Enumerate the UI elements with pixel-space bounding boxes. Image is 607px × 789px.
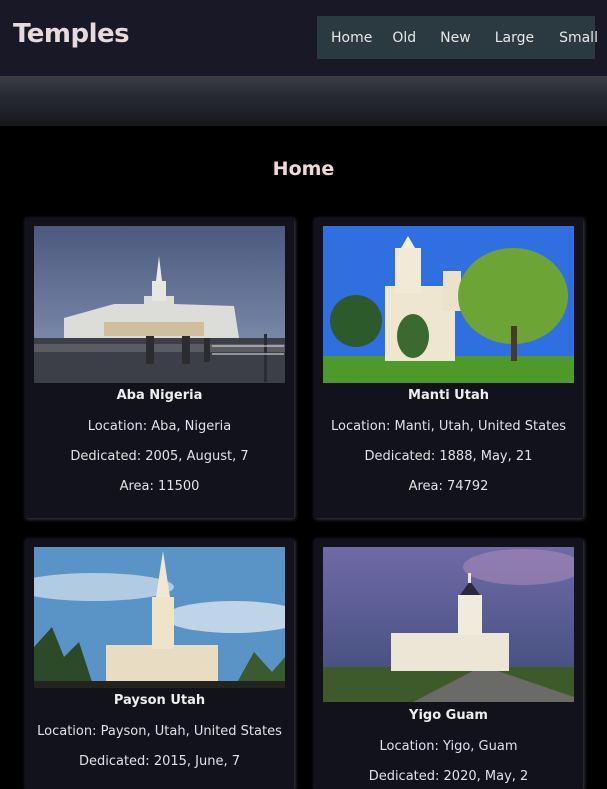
temple-area: Area: 11500: [119, 479, 200, 494]
temple-location: Location: Yigo, Guam: [379, 739, 518, 754]
temple-card: Payson Utah Location: Payson, Utah, Unit…: [25, 539, 294, 789]
temple-photo-payson: [34, 547, 285, 688]
temple-dedicated: Dedicated: 2005, August, 7: [70, 449, 249, 464]
temple-card: Aba Nigeria Location: Aba, Nigeria Dedic…: [25, 218, 294, 518]
temple-location: Location: Aba, Nigeria: [87, 419, 232, 434]
temple-photo-manti: [323, 226, 574, 383]
temple-name: Yigo Guam: [409, 708, 488, 723]
hero-banner: [0, 76, 607, 126]
main-nav: Home Old New Large Small: [317, 16, 598, 59]
temple-photo-yigo: [323, 547, 574, 702]
temple-name: Aba Nigeria: [116, 388, 203, 403]
nav-link-new[interactable]: New: [440, 30, 471, 46]
nav-link-old[interactable]: Old: [392, 30, 416, 46]
temple-location: Location: Payson, Utah, United States: [37, 724, 282, 739]
temple-area: Area: 74792: [408, 479, 489, 494]
temple-dedicated: Dedicated: 2015, June, 7: [78, 754, 241, 769]
nav-link-small[interactable]: Small: [559, 30, 598, 46]
temple-card: Yigo Guam Location: Yigo, Guam Dedicated…: [314, 539, 583, 789]
temple-name: Payson Utah: [113, 693, 206, 708]
page-title: Home: [272, 158, 335, 180]
nav-link-large[interactable]: Large: [495, 30, 534, 46]
site-brand[interactable]: Temples: [13, 19, 130, 49]
temple-card: Manti Utah Location: Manti, Utah, United…: [314, 218, 583, 518]
temple-dedicated: Dedicated: 2020, May, 2: [368, 769, 529, 784]
temple-name: Manti Utah: [408, 388, 489, 403]
nav-link-home[interactable]: Home: [331, 30, 372, 46]
temple-location: Location: Manti, Utah, United States: [330, 419, 566, 434]
temple-dedicated: Dedicated: 1888, May, 21: [364, 449, 533, 464]
site-header: Temples Home Old New Large Small: [0, 0, 607, 76]
temple-photo-aba: [34, 226, 285, 383]
